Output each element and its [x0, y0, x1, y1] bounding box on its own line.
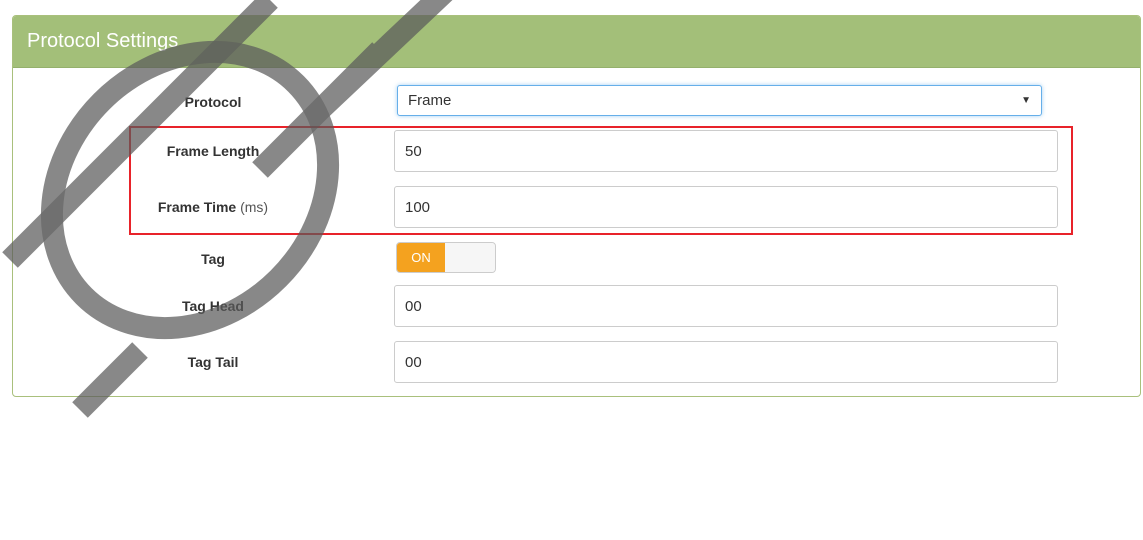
protocol-select[interactable]: Frame ▼: [397, 85, 1042, 116]
tag-toggle-on: ON: [397, 243, 445, 272]
frame-time-label-text: Frame Time: [157, 199, 237, 215]
tag-head-value: 00: [405, 297, 422, 315]
protocol-label: Protocol: [184, 94, 242, 110]
tag-label: Tag: [201, 251, 225, 267]
frame-time-input[interactable]: 100: [394, 186, 1058, 228]
protocol-settings-panel: Protocol Settings Protocol Frame ▼ Frame…: [12, 15, 1141, 397]
tag-toggle[interactable]: ON: [396, 242, 496, 273]
tag-toggle-knob: [445, 243, 495, 272]
panel-title: Protocol Settings: [27, 30, 179, 52]
tag-tail-label: Tag Tail: [187, 354, 239, 370]
frame-time-label: Frame Time (ms): [13, 199, 413, 215]
panel-header: Protocol Settings: [13, 16, 1140, 68]
frame-length-value: 50: [405, 142, 422, 160]
tag-tail-input[interactable]: 00: [394, 341, 1058, 383]
frame-length-input[interactable]: 50: [394, 130, 1058, 172]
tag-tail-value: 00: [405, 353, 422, 371]
frame-length-label: Frame Length: [166, 143, 260, 159]
frame-time-unit: (ms): [240, 199, 269, 215]
frame-time-value: 100: [405, 198, 431, 216]
protocol-selected-value: Frame: [408, 92, 452, 109]
chevron-down-icon: ▼: [1021, 95, 1031, 106]
tag-head-input[interactable]: 00: [394, 285, 1058, 327]
tag-head-label: Tag Head: [182, 298, 244, 314]
